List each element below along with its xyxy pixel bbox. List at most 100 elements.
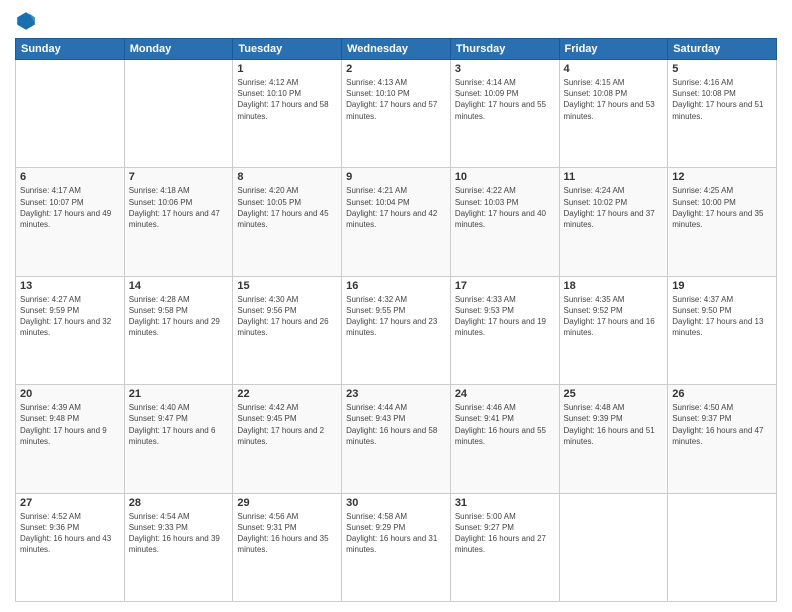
day-detail: Sunrise: 4:52 AM Sunset: 9:36 PM Dayligh… [20, 511, 120, 556]
day-cell: 28 Sunrise: 4:54 AM Sunset: 9:33 PM Dayli… [124, 493, 233, 601]
day-detail: Sunrise: 4:13 AM Sunset: 10:10 PM Daylig… [346, 77, 446, 122]
day-cell [16, 60, 125, 168]
day-number: 21 [129, 388, 229, 400]
day-cell: 9 Sunrise: 4:21 AM Sunset: 10:04 PM Dayli… [342, 168, 451, 276]
day-number: 11 [564, 171, 664, 183]
day-number: 13 [20, 280, 120, 292]
day-cell: 20 Sunrise: 4:39 AM Sunset: 9:48 PM Dayli… [16, 385, 125, 493]
day-number: 14 [129, 280, 229, 292]
col-header-sunday: Sunday [16, 39, 125, 60]
logo-icon [15, 10, 37, 32]
day-detail: Sunrise: 4:33 AM Sunset: 9:53 PM Dayligh… [455, 294, 555, 339]
day-cell: 26Sunrise: 4:50 AM Sunset: 9:37 PM Dayli… [668, 385, 777, 493]
day-detail: Sunrise: 4:32 AM Sunset: 9:55 PM Dayligh… [346, 294, 446, 339]
day-cell: 18 Sunrise: 4:35 AM Sunset: 9:52 PM Dayli… [559, 276, 668, 384]
day-number: 24 [455, 388, 555, 400]
day-detail: Sunrise: 4:35 AM Sunset: 9:52 PM Dayligh… [564, 294, 664, 339]
week-row-1: 1Sunrise: 4:12 AM Sunset: 10:10 PM Dayli… [16, 60, 777, 168]
logo [15, 10, 41, 32]
day-cell: 24 Sunrise: 4:46 AM Sunset: 9:41 PM Dayli… [450, 385, 559, 493]
day-detail: Sunrise: 4:54 AM Sunset: 9:33 PM Dayligh… [129, 511, 229, 556]
day-detail: Sunrise: 4:39 AM Sunset: 9:48 PM Dayligh… [20, 402, 120, 447]
day-number: 29 [237, 497, 337, 509]
day-cell: 15 Sunrise: 4:30 AM Sunset: 9:56 PM Dayli… [233, 276, 342, 384]
day-cell: 19 Sunrise: 4:37 AM Sunset: 9:50 PM Dayli… [668, 276, 777, 384]
day-cell: 3Sunrise: 4:14 AM Sunset: 10:09 PM Dayli… [450, 60, 559, 168]
day-detail: Sunrise: 4:44 AM Sunset: 9:43 PM Dayligh… [346, 402, 446, 447]
day-cell: 4 Sunrise: 4:15 AM Sunset: 10:08 PM Dayli… [559, 60, 668, 168]
day-detail: Sunrise: 4:56 AM Sunset: 9:31 PM Dayligh… [237, 511, 337, 556]
day-cell: 14 Sunrise: 4:28 AM Sunset: 9:58 PM Dayli… [124, 276, 233, 384]
day-number: 9 [346, 171, 446, 183]
col-header-friday: Friday [559, 39, 668, 60]
day-cell: 5Sunrise: 4:16 AM Sunset: 10:08 PM Dayli… [668, 60, 777, 168]
day-number: 6 [20, 171, 120, 183]
day-detail: Sunrise: 4:16 AM Sunset: 10:08 PM Daylig… [672, 77, 772, 122]
day-number: 28 [129, 497, 229, 509]
day-detail: Sunrise: 4:21 AM Sunset: 10:04 PM Daylig… [346, 185, 446, 230]
day-detail: Sunrise: 4:28 AM Sunset: 9:58 PM Dayligh… [129, 294, 229, 339]
day-cell [124, 60, 233, 168]
day-cell: 22Sunrise: 4:42 AM Sunset: 9:45 PM Dayli… [233, 385, 342, 493]
day-number: 20 [20, 388, 120, 400]
col-header-wednesday: Wednesday [342, 39, 451, 60]
day-detail: Sunrise: 4:25 AM Sunset: 10:00 PM Daylig… [672, 185, 772, 230]
day-detail: Sunrise: 4:22 AM Sunset: 10:03 PM Daylig… [455, 185, 555, 230]
day-detail: Sunrise: 4:17 AM Sunset: 10:07 PM Daylig… [20, 185, 120, 230]
week-row-5: 27 Sunrise: 4:52 AM Sunset: 9:36 PM Dayli… [16, 493, 777, 601]
day-cell: 12 Sunrise: 4:25 AM Sunset: 10:00 PM Dayl… [668, 168, 777, 276]
day-number: 23 [346, 388, 446, 400]
day-detail: Sunrise: 4:40 AM Sunset: 9:47 PM Dayligh… [129, 402, 229, 447]
day-detail: Sunrise: 4:37 AM Sunset: 9:50 PM Dayligh… [672, 294, 772, 339]
day-cell: 29 Sunrise: 4:56 AM Sunset: 9:31 PM Dayli… [233, 493, 342, 601]
day-detail: Sunrise: 4:18 AM Sunset: 10:06 PM Daylig… [129, 185, 229, 230]
day-cell: 31 Sunrise: 5:00 AM Sunset: 9:27 PM Dayli… [450, 493, 559, 601]
week-row-3: 13 Sunrise: 4:27 AM Sunset: 9:59 PM Dayli… [16, 276, 777, 384]
day-number: 4 [564, 63, 664, 75]
day-number: 7 [129, 171, 229, 183]
day-cell: 8 Sunrise: 4:20 AM Sunset: 10:05 PM Dayli… [233, 168, 342, 276]
day-number: 3 [455, 63, 555, 75]
day-cell [559, 493, 668, 601]
day-cell [668, 493, 777, 601]
day-number: 19 [672, 280, 772, 292]
day-cell: 1Sunrise: 4:12 AM Sunset: 10:10 PM Dayli… [233, 60, 342, 168]
day-number: 10 [455, 171, 555, 183]
day-detail: Sunrise: 4:20 AM Sunset: 10:05 PM Daylig… [237, 185, 337, 230]
day-detail: Sunrise: 4:42 AM Sunset: 9:45 PM Dayligh… [237, 402, 337, 447]
day-detail: Sunrise: 4:30 AM Sunset: 9:56 PM Dayligh… [237, 294, 337, 339]
day-cell: 11Sunrise: 4:24 AM Sunset: 10:02 PM Dayl… [559, 168, 668, 276]
day-number: 16 [346, 280, 446, 292]
day-number: 12 [672, 171, 772, 183]
week-row-2: 6 Sunrise: 4:17 AM Sunset: 10:07 PM Dayli… [16, 168, 777, 276]
calendar-header-row: SundayMondayTuesdayWednesdayThursdayFrid… [16, 39, 777, 60]
day-number: 2 [346, 63, 446, 75]
day-detail: Sunrise: 5:00 AM Sunset: 9:27 PM Dayligh… [455, 511, 555, 556]
day-number: 8 [237, 171, 337, 183]
day-cell: 17Sunrise: 4:33 AM Sunset: 9:53 PM Dayli… [450, 276, 559, 384]
day-number: 18 [564, 280, 664, 292]
day-number: 27 [20, 497, 120, 509]
day-detail: Sunrise: 4:27 AM Sunset: 9:59 PM Dayligh… [20, 294, 120, 339]
day-cell: 13 Sunrise: 4:27 AM Sunset: 9:59 PM Dayli… [16, 276, 125, 384]
day-cell: 16 Sunrise: 4:32 AM Sunset: 9:55 PM Dayli… [342, 276, 451, 384]
day-cell: 27 Sunrise: 4:52 AM Sunset: 9:36 PM Dayli… [16, 493, 125, 601]
day-number: 15 [237, 280, 337, 292]
col-header-saturday: Saturday [668, 39, 777, 60]
day-number: 30 [346, 497, 446, 509]
day-detail: Sunrise: 4:46 AM Sunset: 9:41 PM Dayligh… [455, 402, 555, 447]
week-row-4: 20 Sunrise: 4:39 AM Sunset: 9:48 PM Dayli… [16, 385, 777, 493]
day-cell: 10 Sunrise: 4:22 AM Sunset: 10:03 PM Dayl… [450, 168, 559, 276]
calendar-table: SundayMondayTuesdayWednesdayThursdayFrid… [15, 38, 777, 602]
day-number: 25 [564, 388, 664, 400]
day-number: 31 [455, 497, 555, 509]
day-cell: 23 Sunrise: 4:44 AM Sunset: 9:43 PM Dayli… [342, 385, 451, 493]
day-cell: 2 Sunrise: 4:13 AM Sunset: 10:10 PM Dayli… [342, 60, 451, 168]
day-number: 26 [672, 388, 772, 400]
col-header-thursday: Thursday [450, 39, 559, 60]
day-detail: Sunrise: 4:15 AM Sunset: 10:08 PM Daylig… [564, 77, 664, 122]
col-header-tuesday: Tuesday [233, 39, 342, 60]
header [15, 10, 777, 32]
day-number: 1 [237, 63, 337, 75]
page: SundayMondayTuesdayWednesdayThursdayFrid… [0, 0, 792, 612]
